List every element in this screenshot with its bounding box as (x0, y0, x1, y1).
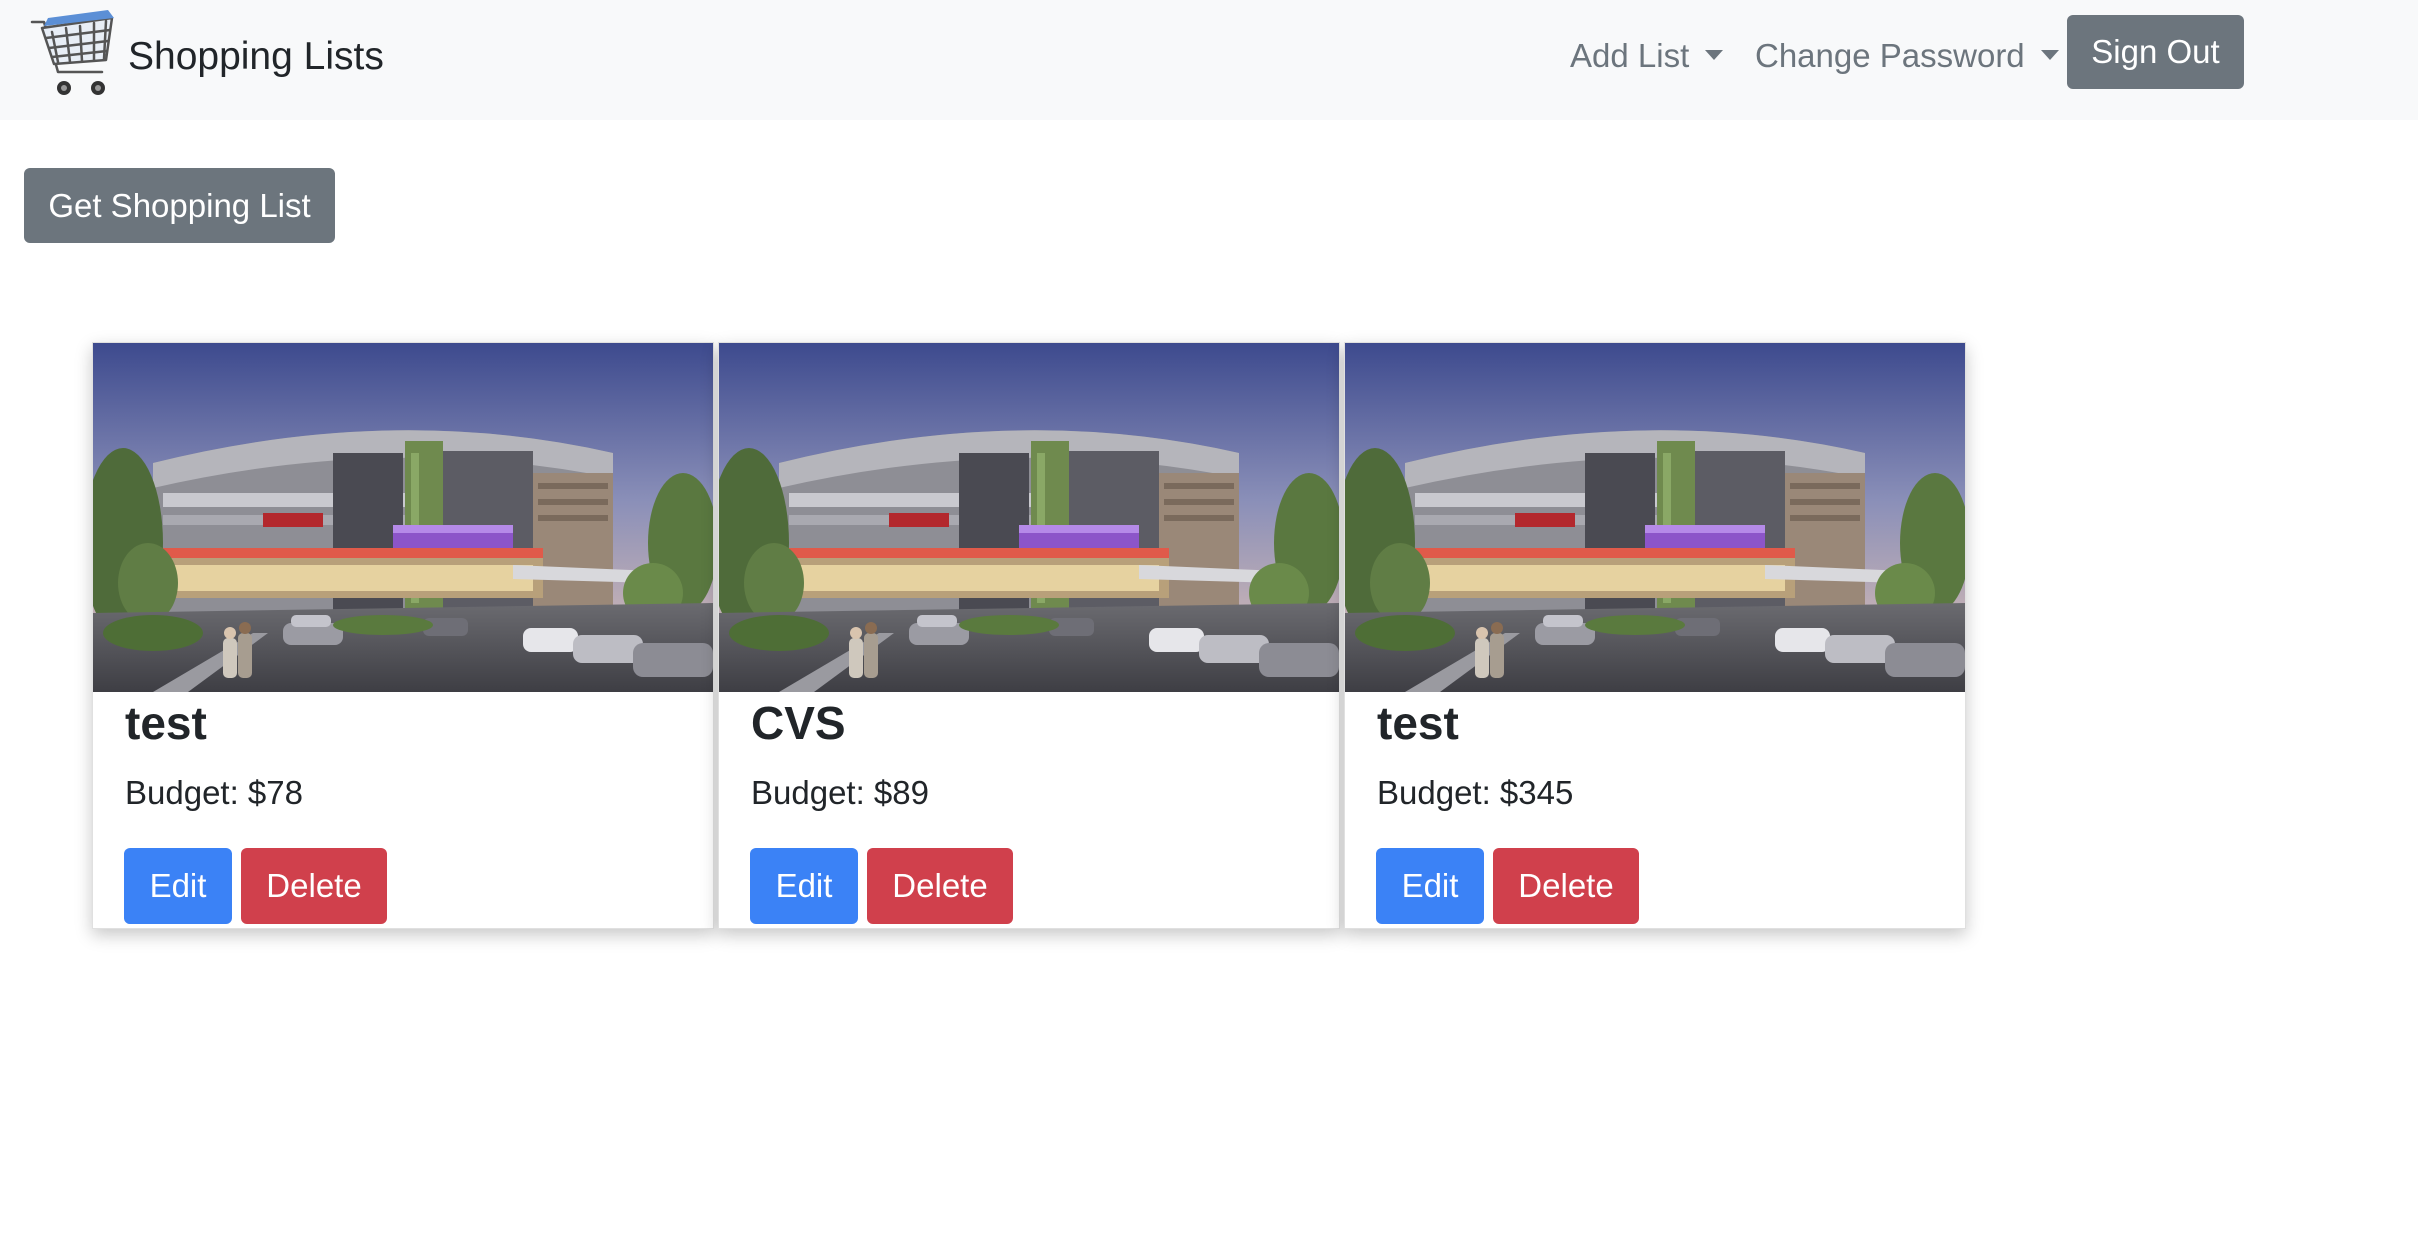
brand-title: Shopping Lists (128, 34, 384, 78)
change-password-label: Change Password (1755, 36, 2025, 74)
card-title: test (125, 697, 207, 749)
change-password-dropdown[interactable]: Change Password (1755, 32, 2059, 78)
shopping-list-card: test Budget: $78 Edit Delete (92, 342, 714, 929)
navbar: Shopping Lists Add List Change Password … (0, 0, 2418, 120)
edit-button[interactable]: Edit (1376, 848, 1484, 924)
shopping-cart-logo-icon (28, 8, 118, 104)
caret-down-icon (1705, 50, 1724, 60)
delete-button[interactable]: Delete (1493, 848, 1639, 924)
add-list-label: Add List (1570, 36, 1690, 74)
add-list-dropdown[interactable]: Add List (1570, 32, 1724, 78)
mall-image (719, 343, 1339, 692)
edit-button[interactable]: Edit (124, 848, 232, 924)
shopping-list-card: test Budget: $345 Edit Delete (1344, 342, 1966, 929)
get-shopping-list-button[interactable]: Get Shopping List (24, 168, 335, 243)
delete-button[interactable]: Delete (241, 848, 387, 924)
shopping-list-card: CVS Budget: $89 Edit Delete (718, 342, 1340, 929)
sign-out-button[interactable]: Sign Out (2067, 15, 2244, 89)
card-budget: Budget: $78 (125, 774, 303, 811)
mall-image (1345, 343, 1965, 692)
card-budget: Budget: $89 (751, 774, 929, 811)
brand[interactable]: Shopping Lists (28, 6, 384, 106)
delete-button[interactable]: Delete (867, 848, 1013, 924)
card-title: test (1377, 697, 1459, 749)
card-budget: Budget: $345 (1377, 774, 1574, 811)
caret-down-icon (2040, 50, 2059, 60)
mall-image (93, 343, 713, 692)
edit-button[interactable]: Edit (750, 848, 858, 924)
card-title: CVS (751, 697, 846, 749)
